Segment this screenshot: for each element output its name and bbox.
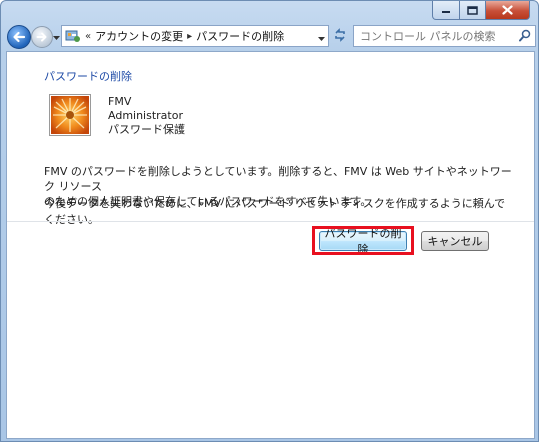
- maximize-icon: [467, 5, 478, 15]
- warning-line-1: FMV のパスワードを削除しようとしています。削除すると、FMV は Web サ…: [44, 165, 512, 193]
- divider: [7, 221, 534, 222]
- highlight-frame: [312, 226, 414, 255]
- close-button[interactable]: [486, 1, 530, 20]
- minimize-icon: [442, 11, 450, 13]
- chevron-down-icon: [318, 37, 325, 41]
- address-bar[interactable]: « アカウントの変更 ▸ パスワードの削除: [61, 25, 329, 47]
- minimize-button[interactable]: [432, 1, 460, 20]
- address-overflow[interactable]: «: [85, 31, 91, 42]
- forward-arrow-icon: [36, 32, 47, 42]
- search-box[interactable]: [353, 25, 536, 47]
- breadcrumb-change-account[interactable]: アカウントの変更: [95, 28, 183, 44]
- breadcrumb-separator-icon[interactable]: ▸: [187, 31, 192, 42]
- search-icon: [519, 29, 531, 42]
- navigation-bar: « アカウントの変更 ▸ パスワードの削除: [5, 23, 536, 51]
- search-input[interactable]: [360, 29, 510, 43]
- cancel-button[interactable]: キャンセル: [421, 231, 489, 251]
- address-dropdown[interactable]: [318, 32, 325, 45]
- window-controls: [432, 1, 530, 21]
- flower-avatar-icon: [51, 96, 89, 134]
- page-title: パスワードの削除: [44, 70, 132, 83]
- back-button[interactable]: [7, 25, 31, 49]
- control-panel-window: « アカウントの変更 ▸ パスワードの削除 パスワードの削除: [0, 0, 539, 442]
- account-picture: [49, 94, 91, 136]
- forward-button[interactable]: [31, 26, 53, 48]
- breadcrumb-remove-password[interactable]: パスワードの削除: [196, 28, 284, 44]
- account-type: Administrator: [108, 109, 183, 122]
- close-icon: [502, 5, 513, 15]
- chevron-down-icon: [53, 36, 60, 40]
- content-pane: パスワードの削除 FMV Administrator パスワード保護 FMV の…: [6, 51, 535, 439]
- refresh-button[interactable]: [331, 25, 349, 45]
- back-arrow-icon: [13, 31, 26, 43]
- account-status: パスワード保護: [108, 123, 185, 136]
- refresh-icon: [335, 28, 345, 42]
- reset-disk-advice: 今後データを失わないために、FMV にパスワード リセット ディスクを作成するよ…: [44, 197, 506, 226]
- account-info: FMV Administrator パスワード保護: [108, 95, 185, 137]
- control-panel-icon: [65, 30, 80, 42]
- account-name: FMV: [108, 95, 132, 108]
- maximize-button[interactable]: [460, 1, 486, 20]
- recent-pages-dropdown[interactable]: [53, 31, 60, 44]
